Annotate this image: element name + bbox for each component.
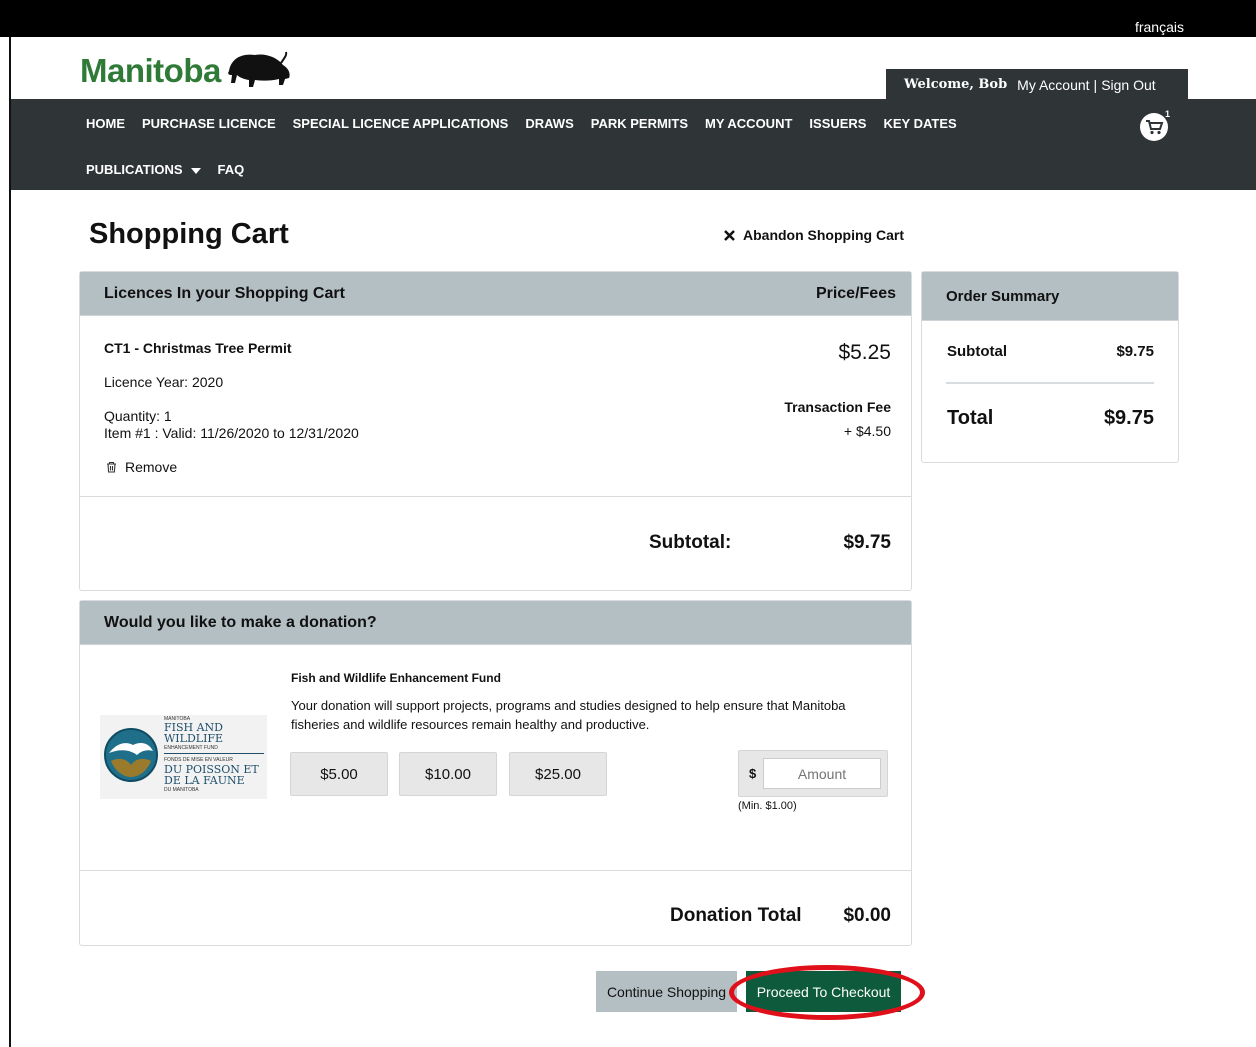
price-fees-heading: Price/Fees (815, 285, 896, 302)
user-bar-separator: | (1093, 76, 1098, 93)
currency-symbol: $ (749, 766, 757, 781)
donation-panel-title: Would you like to make a donation? (104, 614, 377, 631)
nav-row-secondary: PUBLICATIONS FAQ (86, 162, 261, 177)
nav-publications-label: PUBLICATIONS (86, 162, 183, 177)
nav-park-permits[interactable]: PARK PERMITS (591, 116, 688, 131)
donation-amount-input[interactable] (763, 758, 881, 789)
fund-emblem-icon (104, 728, 158, 782)
order-summary-header: Order Summary (922, 272, 1178, 321)
close-icon (724, 229, 735, 241)
summary-subtotal-value: $9.75 (1116, 343, 1154, 360)
sign-out-link[interactable]: Sign Out (1101, 77, 1155, 93)
remove-label: Remove (125, 459, 178, 475)
page-title: Shopping Cart (89, 218, 289, 250)
order-summary-title: Order Summary (946, 288, 1060, 305)
manitoba-logo[interactable]: Manitoba (80, 46, 293, 96)
cart-panel-header: Licences In your Shopping Cart Price/Fee… (80, 272, 911, 316)
nav-draws[interactable]: DRAWS (525, 116, 573, 131)
welcome-text: Welcome, Bob (904, 77, 1008, 92)
donation-panel-header: Would you like to make a donation? (80, 601, 911, 645)
proceed-to-checkout-button[interactable]: Proceed To Checkout (746, 971, 901, 1012)
item-name: CT1 - Christmas Tree Permit (104, 340, 292, 356)
continue-shopping-button[interactable]: Continue Shopping (596, 971, 737, 1012)
donate-5-button[interactable]: $5.00 (290, 752, 388, 796)
cart-panel: Licences In your Shopping Cart Price/Fee… (79, 271, 912, 591)
bison-icon (228, 51, 290, 87)
transaction-fee-label: Transaction Fee (784, 399, 891, 415)
donation-total-value: $0.00 (843, 905, 891, 926)
donation-divider (80, 870, 911, 871)
item-validity: Item #1 : Valid: 11/26/2020 to 12/31/202… (104, 425, 359, 441)
my-account-link[interactable]: My Account (1017, 77, 1089, 93)
donation-total-label: Donation Total (670, 905, 802, 926)
cart-subtotal-value: $9.75 (843, 532, 891, 553)
item-price: $5.25 (838, 341, 891, 364)
abandon-cart-button[interactable]: Abandon Shopping Cart (724, 227, 904, 243)
donate-25-button[interactable]: $25.00 (509, 752, 607, 796)
nav-home[interactable]: HOME (86, 116, 125, 131)
logo-small-mid: ENHANCEMENT FUND (164, 745, 218, 751)
user-bar: Welcome, Bob My Account | Sign Out (886, 69, 1188, 100)
shopping-cart-icon: 1 (1140, 109, 1170, 141)
logo-text: Manitoba (80, 52, 221, 89)
item-quantity: Quantity: 1 (104, 408, 172, 424)
cart-panel-title: Licences In your Shopping Cart (104, 285, 345, 302)
fund-title: Fish and Wildlife Enhancement Fund (291, 671, 501, 685)
logo-small-bottom: DU MANITOBA (164, 787, 199, 793)
caret-down-icon (190, 167, 201, 174)
cart-subtotal-label: Subtotal: (649, 532, 732, 553)
fish-wildlife-fund-logo: MANITOBA FISH AND WILDLIFE ENHANCEMENT F… (100, 715, 267, 799)
transaction-fee-value: + $4.50 (843, 423, 891, 439)
nav-row-primary: HOME PURCHASE LICENCE SPECIAL LICENCE AP… (86, 116, 974, 131)
summary-total-label: Total (947, 407, 994, 429)
cart-count-badge: 1 (1165, 110, 1170, 119)
top-bar: français (0, 0, 1256, 37)
custom-amount-group: $ (738, 750, 888, 797)
nav-key-dates[interactable]: KEY DATES (883, 116, 956, 131)
shopping-cart-button[interactable]: 1 (1138, 109, 1170, 142)
minimum-amount-note: (Min. $1.00) (738, 800, 797, 812)
logo-line4: DE LA FAUNE (164, 774, 245, 787)
order-summary-panel: Order Summary Subtotal $9.75 Total $9.75 (921, 271, 1179, 463)
main-navigation: HOME PURCHASE LICENCE SPECIAL LICENCE AP… (11, 99, 1256, 190)
nav-purchase-licence[interactable]: PURCHASE LICENCE (142, 116, 276, 131)
abandon-cart-label: Abandon Shopping Cart (743, 227, 904, 243)
divider (80, 496, 911, 497)
nav-special-licence-applications[interactable]: SPECIAL LICENCE APPLICATIONS (293, 116, 509, 131)
summary-total-value: $9.75 (1103, 407, 1154, 429)
summary-divider (946, 382, 1154, 384)
nav-faq[interactable]: FAQ (218, 162, 245, 177)
nav-issuers[interactable]: ISSUERS (809, 116, 866, 131)
language-link[interactable]: français (1135, 19, 1184, 35)
remove-item-button[interactable]: Remove (106, 459, 177, 475)
licence-year: Licence Year: 2020 (104, 374, 224, 390)
logo-rule (164, 753, 264, 754)
donate-10-button[interactable]: $10.00 (399, 752, 497, 796)
nav-my-account[interactable]: MY ACCOUNT (705, 116, 792, 131)
summary-subtotal-label: Subtotal (947, 343, 1007, 360)
logo-line2: WILDLIFE (164, 732, 224, 745)
nav-publications[interactable]: PUBLICATIONS (86, 162, 201, 177)
fund-description: Your donation will support projects, pro… (291, 698, 846, 732)
trash-icon (107, 461, 116, 473)
